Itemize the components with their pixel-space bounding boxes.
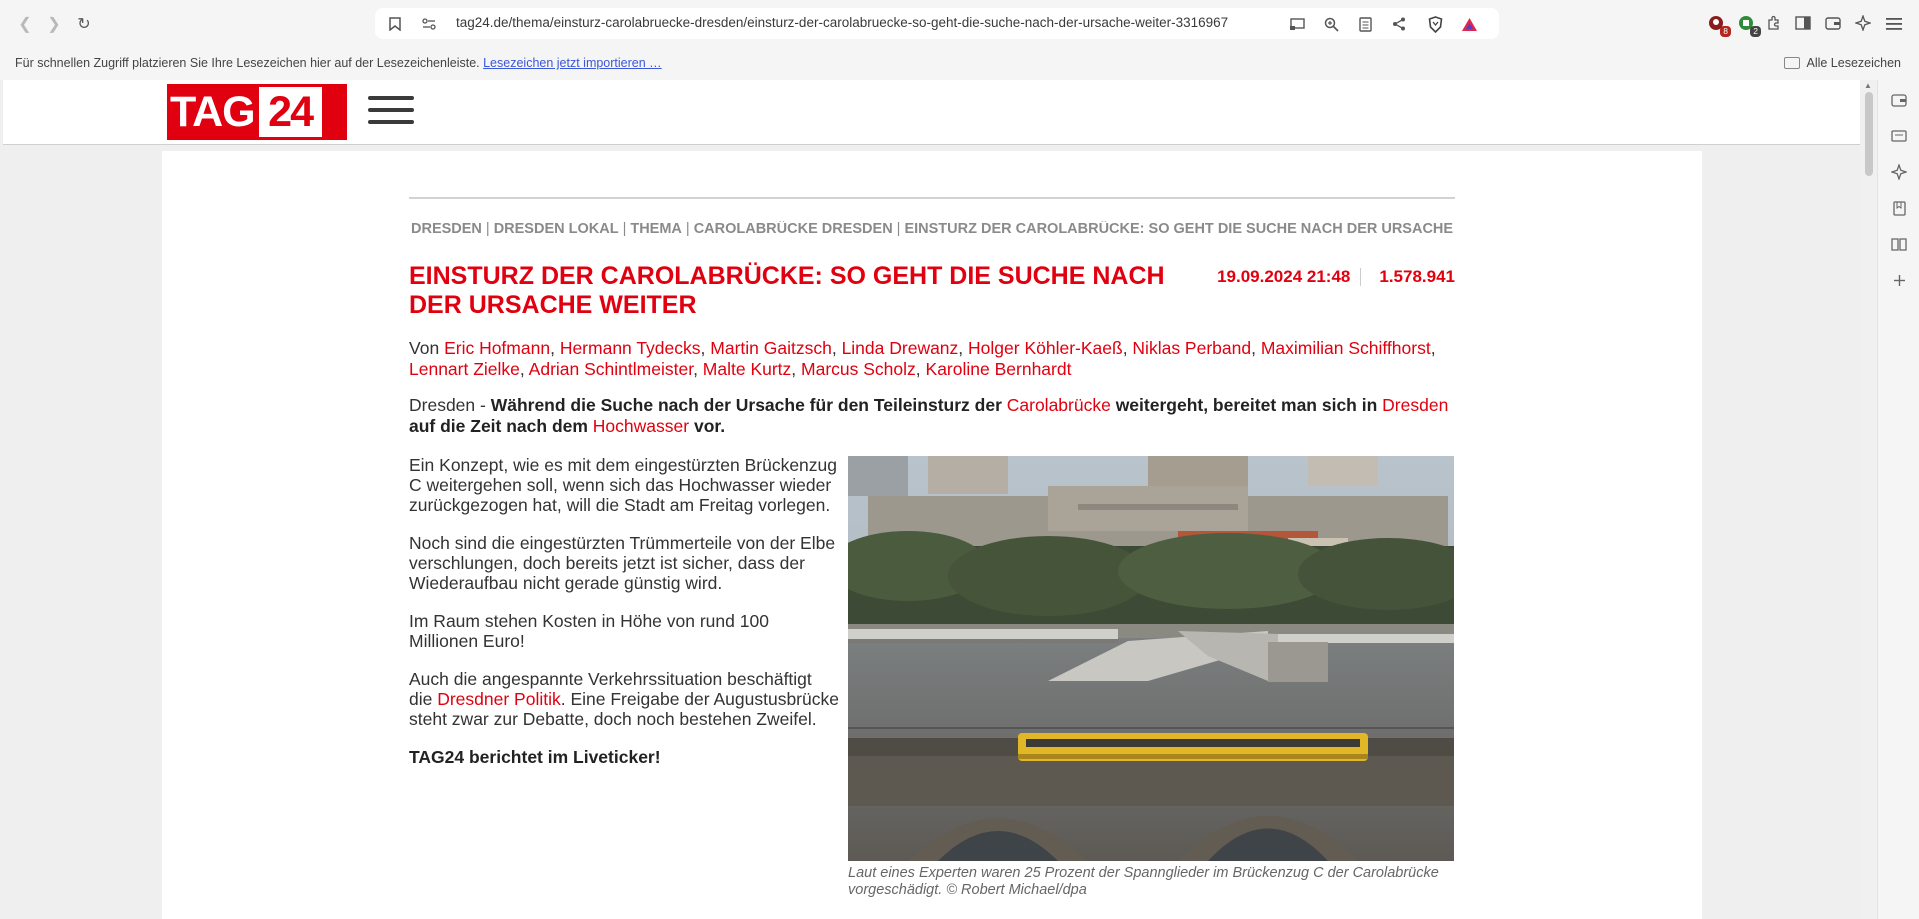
photo-caption: Laut eines Experten waren 25 Prozent der… [848,865,1439,898]
article-headline: EINSTURZ DER CAROLABRÜCKE: SO GEHT DIE S… [409,262,1165,319]
back-icon[interactable]: ❮ [13,12,37,36]
all-bookmarks-button[interactable]: Alle Lesezeichen [1784,56,1901,70]
author-link[interactable]: Holger Köhler-Kaeß [968,338,1123,358]
paragraph: Ein Konzept, wie es mit dem eingestürzte… [409,455,837,515]
sidebar-toggle-icon[interactable] [1793,13,1813,33]
news-panel-icon[interactable] [1889,126,1909,146]
reload-icon[interactable]: ↻ [72,12,96,36]
wallet-icon[interactable] [1823,13,1843,33]
author-link[interactable]: Maximilian Schiffhorst [1261,338,1431,358]
lead-location: Dresden - [409,395,491,415]
extension-badge: 2 [1750,26,1761,37]
bookmarks-bar: Für schnellen Zugriff platzieren Sie Ihr… [0,46,1919,80]
lead-link-dresden[interactable]: Dresden [1382,395,1448,415]
paragraph: Auch die angespannte Verkehrssituation b… [409,669,839,729]
site-header: TAG 24 [3,80,1860,145]
bookmarks-panel-icon[interactable] [1889,198,1909,218]
paragraph: Im Raum stehen Kosten in Höhe von rund 1… [409,611,769,651]
breadcrumb-item[interactable]: DRESDEN LOKAL [494,221,619,237]
author-link[interactable]: Eric Hofmann [444,338,550,358]
logo-text: TAG [170,87,256,136]
web-page: TAG 24 DRESDEN | DRESDEN LOKAL | THEMA | CAROL… [0,80,1860,919]
author-link[interactable]: Hermann Tydecks [560,338,701,358]
lead-text: weitergeht, bereitet man sich in [1110,395,1383,415]
page-scrollbar[interactable]: ▲ [1860,80,1877,919]
breadcrumb-item[interactable]: EINSTURZ DER CAROLABRÜCKE: SO GEHT DIE S… [904,221,1453,237]
paragraph: TAG24 berichtet im Liveticker! [409,747,839,767]
reader-mode-icon[interactable] [1356,15,1374,33]
leo-panel-icon[interactable] [1889,162,1909,182]
address-bar[interactable]: tag24.de/thema/einsturz-carolabruecke-dr… [375,8,1499,39]
add-panel-icon[interactable] [1889,270,1909,290]
article-figure: Laut eines Experten waren 25 Prozent der… [848,456,1454,899]
scroll-up-icon[interactable]: ▲ [1864,82,1873,90]
author-link[interactable]: Marcus Scholz [801,359,916,379]
bookmarks-hint: Für schnellen Zugriff platzieren Sie Ihr… [15,56,662,70]
author-link[interactable]: Martin Gaitzsch [710,338,832,358]
author-link[interactable]: Malte Kurtz [703,359,792,379]
extensions-puzzle-icon[interactable] [1764,13,1784,33]
zoom-icon[interactable] [1322,15,1340,33]
author-link[interactable]: Lennart Zielke [409,359,520,379]
menu-icon[interactable] [1884,13,1904,33]
article-lead: Dresden - Während die Suche nach der Urs… [409,395,1469,437]
bridge-photo[interactable] [848,456,1454,861]
folder-icon [1784,57,1801,69]
wallet-panel-icon[interactable] [1889,90,1909,110]
lead-text: vor. [689,416,726,436]
publish-date: 19.09.2024 21:48 [1217,267,1351,286]
reading-list-icon[interactable] [1889,234,1909,254]
tag24-logo[interactable]: TAG 24 [167,84,347,140]
lead-link-hochwasser[interactable]: Hochwasser [593,416,689,436]
leo-ai-icon[interactable] [1853,13,1873,33]
extension-badge: 8 [1720,26,1731,37]
lead-text: Während die Suche nach der Ursache für d… [490,395,1007,415]
brave-shield-icon[interactable] [1426,15,1444,33]
author-link[interactable]: Karoline Bernhardt [926,359,1072,379]
author-link[interactable]: Adrian Schintlmeister [529,359,693,379]
liveticker-note: TAG24 berichtet im Liveticker! [409,747,661,767]
article-meta: 19.09.2024 21:48 1.578.941 [1199,267,1455,287]
logo-number: 24 [258,87,322,137]
breadcrumb-item[interactable]: CAROLABRÜCKE DRESDEN [694,221,893,237]
browser-side-panel [1877,80,1919,919]
author-link[interactable]: Linda Drewanz [842,338,959,358]
breadcrumb: DRESDEN | DRESDEN LOKAL | THEMA | CAROLABRÜCKE… [411,221,1453,239]
bookmarks-hint-text: Für schnellen Zugriff platzieren Sie Ihr… [15,56,480,70]
divider [409,197,1455,199]
extension-icon[interactable]: 8 [1706,13,1731,37]
url-text[interactable]: tag24.de/thema/einsturz-carolabruecke-dr… [456,15,1228,30]
article-container: DRESDEN | DRESDEN LOKAL | THEMA | CAROLABRÜCKE… [162,151,1702,919]
cast-icon[interactable] [1288,15,1306,33]
dresdner-politik-link[interactable]: Dresdner Politik [437,689,561,709]
article-body: Ein Konzept, wie es mit dem eingestürzte… [409,455,839,785]
import-bookmarks-link[interactable]: Lesezeichen jetzt importieren … [483,56,662,70]
all-bookmarks-label: Alle Lesezeichen [1806,56,1901,70]
bookmark-page-icon[interactable] [386,15,404,33]
byline: Von Eric Hofmann, Hermann Tydecks, Marti… [409,338,1436,379]
site-info-icon[interactable] [420,15,438,33]
brave-rewards-icon[interactable] [1460,15,1478,33]
breadcrumb-item[interactable]: DRESDEN [411,221,482,237]
site-menu-icon[interactable] [368,96,414,126]
forward-icon[interactable]: ❯ [42,12,66,36]
share-icon[interactable] [1390,15,1408,33]
scroll-thumb[interactable] [1865,92,1873,176]
view-count: 1.578.941 [1379,267,1455,286]
author-link[interactable]: Niklas Perband [1132,338,1251,358]
extension-icon[interactable]: 2 [1736,13,1761,37]
lead-text: auf die Zeit nach dem [409,416,593,436]
lead-link-carolabruecke[interactable]: Carolabrücke [1007,395,1111,415]
breadcrumb-item[interactable]: THEMA [630,221,682,237]
paragraph: Noch sind die eingestürzten Trümmerteile… [409,533,836,593]
byline-prefix: Von [409,338,440,358]
browser-toolbar: ❮ ❯ ↻ tag24.de/thema/einsturz-carolabrue… [0,0,1919,46]
